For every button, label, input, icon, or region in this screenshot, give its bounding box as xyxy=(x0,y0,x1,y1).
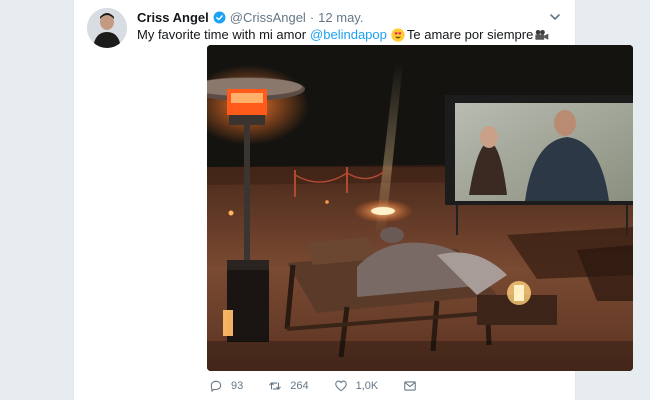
tweet-text-lead: My favorite time with mi amor xyxy=(137,27,307,42)
beach-cinema-photo xyxy=(207,45,633,371)
reply-button[interactable]: 93 xyxy=(209,379,243,393)
heart-icon xyxy=(334,380,347,392)
retweet-icon xyxy=(269,382,282,390)
retweet-button[interactable]: 264 xyxy=(268,379,309,393)
envelope-icon xyxy=(404,381,417,391)
mention-link[interactable]: @belindapop xyxy=(310,27,387,42)
retweet-count: 264 xyxy=(290,380,309,392)
header-separator: · xyxy=(309,9,315,25)
tweet-photo[interactable] xyxy=(207,45,633,371)
like-button[interactable]: 1,0K xyxy=(334,379,379,393)
display-name[interactable]: Criss Angel xyxy=(137,10,209,25)
tweet-header: Criss Angel @CrissAngel · 12 may. xyxy=(137,8,561,26)
heart-eyes-emoji-icon xyxy=(391,27,405,42)
movie-camera-emoji-icon xyxy=(535,29,549,40)
verified-badge-icon xyxy=(213,11,226,23)
tweet-card[interactable]: Criss Angel @CrissAngel · 12 may. My fav… xyxy=(73,0,633,400)
direct-message-button[interactable] xyxy=(403,379,425,393)
avatar[interactable] xyxy=(87,8,127,48)
tweet-actions: 93 264 1,0K xyxy=(209,378,450,394)
timestamp[interactable]: 12 may. xyxy=(318,10,363,25)
reply-icon xyxy=(210,380,222,392)
chevron-down-icon[interactable] xyxy=(549,11,561,23)
avatar-image xyxy=(87,8,127,48)
reply-count: 93 xyxy=(231,380,244,392)
tweet-text-trail: Te amare por siempre xyxy=(406,27,534,42)
like-count: 1,0K xyxy=(355,380,379,392)
page: Criss Angel @CrissAngel · 12 may. My fav… xyxy=(0,0,650,400)
tweet-text: My favorite time with mi amor @belindapo… xyxy=(137,27,565,42)
handle[interactable]: @CrissAngel xyxy=(230,10,306,25)
